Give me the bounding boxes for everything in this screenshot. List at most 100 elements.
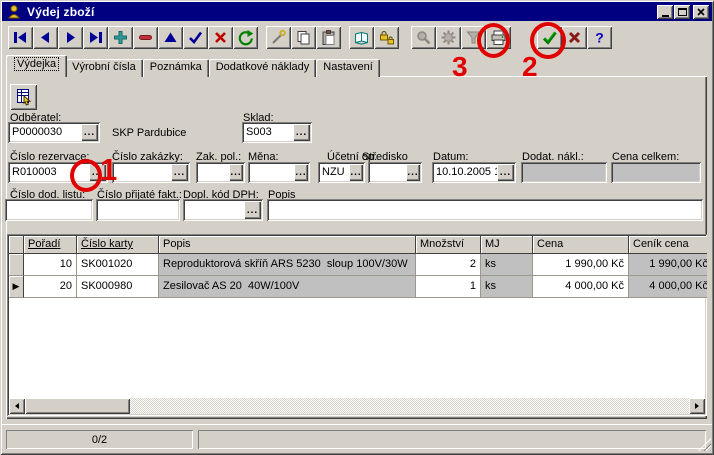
prior-record-button[interactable]	[33, 26, 58, 49]
mena-lookup-button[interactable]: ...	[294, 164, 308, 181]
mena-field[interactable]: ...	[248, 162, 310, 183]
col-header-cenik-cena[interactable]: Ceník cena	[629, 236, 707, 254]
col-header-poradi[interactable]: Pořadí	[24, 236, 77, 254]
scrollbar-thumb[interactable]	[25, 398, 130, 414]
delete-record-icon	[137, 29, 154, 46]
copy-button[interactable]	[291, 26, 316, 49]
edit-record-button[interactable]	[158, 26, 183, 49]
locks-icon	[378, 29, 395, 46]
prior-record-icon	[37, 29, 54, 46]
grid-header-row: Pořadí Číslo karty Popis Množství MJ Cen…	[9, 236, 705, 254]
scroll-left-button[interactable]	[9, 398, 25, 414]
help-button[interactable]: ?	[587, 26, 612, 49]
scroll-right-button[interactable]	[689, 398, 705, 414]
odberatel-field[interactable]: P0000030...	[8, 122, 100, 143]
tab-vydejka[interactable]: Výdejka	[6, 55, 67, 77]
sklad-lookup-button[interactable]: ...	[293, 124, 310, 141]
title-bar[interactable]: Výdej zboží	[2, 2, 712, 21]
status-message-panel	[198, 430, 706, 449]
ucetni-op-field[interactable]: NZU...	[318, 162, 365, 183]
cancel-x-icon	[566, 29, 583, 46]
datum-lookup-button[interactable]: ...	[497, 164, 514, 181]
insert-record-icon	[112, 29, 129, 46]
grid-empty-area	[9, 298, 705, 398]
first-record-button[interactable]	[8, 26, 33, 49]
dopl-kod-dph-field[interactable]: ...	[183, 199, 263, 221]
cislo-dod-listu-field[interactable]	[5, 199, 93, 221]
tab-nastaveni[interactable]: Nastavení	[316, 59, 380, 77]
cena-celkem-field	[611, 162, 701, 183]
post-edit-icon	[187, 29, 204, 46]
delete-record-button[interactable]	[133, 26, 158, 49]
post-edit-button[interactable]	[183, 26, 208, 49]
report-button[interactable]	[10, 84, 37, 110]
current-row-marker-icon[interactable]: ▶	[9, 276, 24, 298]
dodat-nakl-field	[521, 162, 607, 183]
scroll-right-icon	[693, 402, 701, 410]
last-record-button[interactable]	[83, 26, 108, 49]
col-header-mnozstvi[interactable]: Množství	[416, 236, 481, 254]
refresh-icon	[237, 29, 254, 46]
annotation-step-2: 2	[522, 51, 538, 83]
stredisko-lookup-button[interactable]: ...	[406, 164, 420, 181]
first-record-icon	[12, 29, 29, 46]
annotation-circle-rezervace	[70, 159, 102, 192]
dph-lookup-button[interactable]: ...	[244, 201, 261, 219]
toolbar: ?	[8, 24, 612, 50]
svg-text:?: ?	[595, 29, 604, 45]
refresh-button[interactable]	[233, 26, 258, 49]
tab-poznamka[interactable]: Poznámka	[143, 59, 209, 77]
next-record-icon	[62, 29, 79, 46]
tab-vyrobni-cisla[interactable]: Výrobní čísla	[65, 59, 143, 77]
last-record-icon	[87, 29, 104, 46]
paste-icon	[320, 29, 337, 46]
col-header-popis[interactable]: Popis	[159, 236, 416, 254]
next-record-button[interactable]	[58, 26, 83, 49]
maximize-icon	[678, 8, 687, 16]
cancel-edit-button[interactable]	[208, 26, 233, 49]
report-grid-icon	[15, 88, 33, 106]
popis-field[interactable]	[267, 199, 703, 221]
grid-header-selector	[9, 236, 24, 254]
stredisko-field[interactable]: ...	[368, 162, 422, 183]
datum-field[interactable]: 10.10.2005 1...	[432, 162, 516, 183]
zakazky-lookup-button[interactable]: ...	[171, 164, 188, 181]
settings-button[interactable]	[436, 26, 461, 49]
zak-pol-lookup-button[interactable]: ...	[229, 164, 243, 181]
col-header-cislo-karty[interactable]: Číslo karty	[77, 236, 159, 254]
odberatel-lookup-button[interactable]: ...	[81, 124, 98, 141]
copy-icon	[295, 29, 312, 46]
pin-button[interactable]	[266, 26, 291, 49]
minimize-icon	[662, 15, 669, 17]
ucetni-op-lookup-button[interactable]: ...	[349, 164, 363, 181]
col-header-mj[interactable]: MJ	[481, 236, 533, 254]
odberatel-note: SKP Pardubice	[112, 127, 186, 139]
scrollbar-track[interactable]	[130, 398, 689, 414]
book-button[interactable]	[349, 26, 374, 49]
record-counter: 0/2	[6, 430, 193, 449]
zak-pol-field[interactable]: ...	[196, 162, 245, 183]
search-button[interactable]	[411, 26, 436, 49]
cislo-prijate-fakt-field[interactable]	[96, 199, 180, 221]
items-grid: Pořadí Číslo karty Popis Množství MJ Cen…	[7, 234, 707, 416]
maximize-button[interactable]	[674, 5, 690, 19]
cancel-edit-icon	[212, 29, 229, 46]
table-row-current[interactable]: ▶ 20 SK000980 Zesilovač AS 20 40W/100V 1…	[9, 276, 705, 298]
minimize-button[interactable]	[657, 5, 673, 19]
app-icon	[6, 4, 22, 20]
paste-button[interactable]	[316, 26, 341, 49]
gear-icon	[440, 29, 457, 46]
cislo-zakazky-field[interactable]: ...	[112, 162, 190, 183]
close-button[interactable]	[693, 5, 709, 19]
tab-dodatkove-naklady[interactable]: Dodatkové náklady	[209, 59, 317, 77]
sklad-field[interactable]: S003...	[242, 122, 312, 143]
table-row[interactable]: 10 SK001020 Reproduktorová skříň ARS 523…	[9, 254, 705, 276]
book-icon	[353, 29, 370, 46]
locks-button[interactable]	[374, 26, 399, 49]
row-selector[interactable]	[9, 254, 24, 276]
insert-record-button[interactable]	[108, 26, 133, 49]
annotation-step-1: 1	[100, 152, 117, 188]
col-header-cena[interactable]: Cena	[533, 236, 629, 254]
pin-icon	[270, 29, 287, 46]
status-bar: 0/2	[2, 424, 712, 452]
